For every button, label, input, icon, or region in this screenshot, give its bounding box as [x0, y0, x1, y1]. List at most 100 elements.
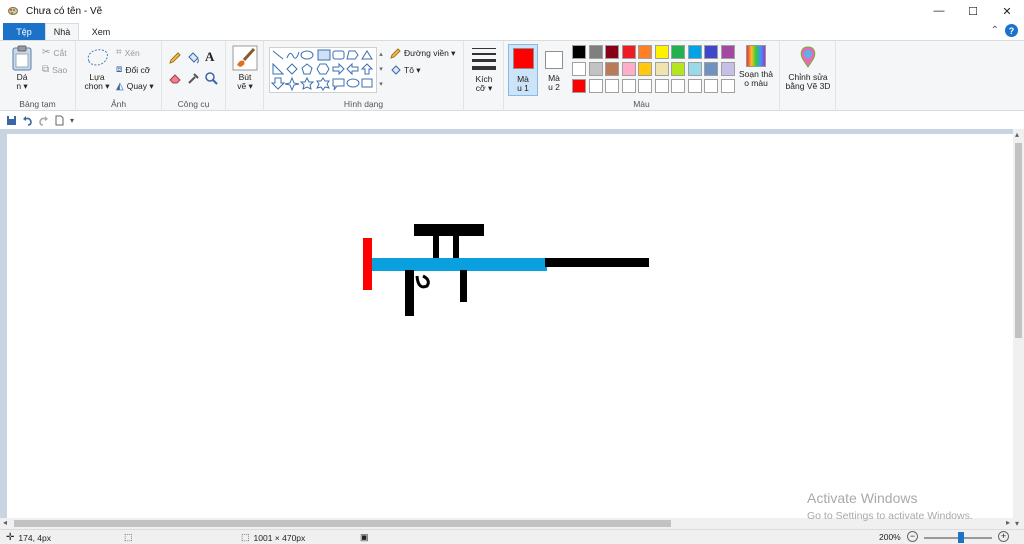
save-icon[interactable]: [6, 115, 17, 126]
color-swatch[interactable]: [687, 62, 702, 76]
scissors-icon: ✂: [42, 47, 51, 58]
zoom-in-button[interactable]: +: [998, 531, 1009, 542]
vertical-scrollbar[interactable]: ▴ ▾: [1013, 129, 1024, 529]
crop-button[interactable]: ⌗ Xén: [116, 47, 140, 58]
color-swatch[interactable]: [671, 62, 685, 76]
edit-colors-button[interactable]: Soạn thả o màu: [736, 45, 776, 88]
collapse-ribbon-icon[interactable]: ⌃: [991, 25, 999, 36]
scroll-down-icon[interactable]: ▾: [1015, 519, 1019, 528]
close-button[interactable]: ✕: [990, 0, 1024, 22]
text-tool-icon[interactable]: A: [205, 49, 214, 65]
outline-button[interactable]: Đường viền ▾: [390, 48, 455, 59]
paste-button[interactable]: Dá n ▾: [8, 45, 36, 91]
color-swatch[interactable]: [588, 79, 603, 93]
new-document-icon[interactable]: [54, 115, 65, 126]
resize-label: Đổi cỡ: [125, 64, 151, 75]
color1-button[interactable]: Mà u 1: [508, 44, 538, 96]
clipboard-group: Dá n ▾ ✂ Cắt ⧉ Sao Bảng tạm: [0, 41, 76, 111]
color-swatch[interactable]: [654, 45, 669, 59]
color1-label: Mà u 1: [517, 74, 529, 93]
ribbon-tabs: Tệp Nhà Xem ⌃ ?: [0, 22, 1024, 40]
scroll-right-icon[interactable]: ▸: [1006, 518, 1010, 527]
edit-in-paint3d-button[interactable]: Chỉnh sửa bằng Vẽ 3D: [782, 45, 834, 91]
magnifier-icon[interactable]: [204, 71, 218, 85]
rainbow-palette-icon: [746, 45, 766, 67]
line-width-icon: [472, 48, 496, 70]
color-picker-icon[interactable]: [186, 71, 200, 85]
color-swatch[interactable]: [605, 79, 619, 93]
drawing-black-right-bar: [545, 258, 649, 267]
scroll-left-icon[interactable]: ◂: [3, 518, 7, 527]
color-swatch[interactable]: [720, 62, 735, 76]
color-swatch[interactable]: [621, 45, 636, 59]
horizontal-scroll-thumb[interactable]: [14, 520, 671, 527]
select-lasso-icon: [87, 49, 108, 66]
color2-button[interactable]: Mà u 2: [540, 44, 568, 96]
resize-button[interactable]: ⧈ Đổi cỡ: [116, 64, 150, 75]
canvas-size: ⬚ 1001 × 470px: [241, 532, 305, 543]
paint-app-icon[interactable]: [8, 5, 22, 17]
color-swatch[interactable]: [638, 62, 652, 76]
rotate-button[interactable]: ◭ Quay ▾: [116, 81, 154, 92]
color-swatch[interactable]: [720, 79, 735, 93]
size-button[interactable]: Kích cỡ ▾: [469, 45, 499, 93]
drawing-canvas[interactable]: [7, 134, 1013, 518]
color-swatch[interactable]: [671, 79, 685, 93]
fill-button[interactable]: Tô ▾: [390, 65, 421, 76]
color-swatch[interactable]: [638, 79, 652, 93]
color-swatch[interactable]: [572, 79, 586, 93]
file-size: ▣: [360, 532, 369, 543]
resize-icon: ⧈: [116, 64, 123, 75]
pencil-icon[interactable]: [168, 51, 182, 65]
color-swatch[interactable]: [588, 62, 603, 76]
minimize-button[interactable]: —: [922, 0, 956, 22]
color2-swatch: [545, 51, 563, 69]
cursor-position: ✛ 174, 4px: [6, 532, 51, 543]
color-swatch[interactable]: [704, 45, 718, 59]
vertical-scroll-thumb[interactable]: [1015, 143, 1022, 338]
color-swatch[interactable]: [720, 45, 735, 59]
shapes-scroll[interactable]: ▴ ▾ ▾: [377, 47, 385, 93]
color-swatch[interactable]: [654, 62, 669, 76]
customize-qat-button[interactable]: ▾: [70, 116, 74, 125]
color-swatch[interactable]: [638, 45, 652, 59]
tab-home[interactable]: Nhà: [45, 23, 79, 40]
color-swatch[interactable]: [572, 45, 586, 59]
select-button[interactable]: Lựa chọn ▾: [81, 45, 113, 91]
fill-bucket-icon[interactable]: [186, 51, 200, 65]
redo-icon[interactable]: [38, 115, 49, 126]
color-swatch[interactable]: [621, 79, 636, 93]
canvas-size-icon: ⬚: [241, 532, 250, 542]
color-swatch[interactable]: [704, 79, 718, 93]
color-swatch[interactable]: [588, 45, 603, 59]
cut-button[interactable]: ✂ Cắt: [42, 47, 67, 58]
color-swatch[interactable]: [572, 62, 586, 76]
brushes-button[interactable]: Bút vẽ ▾: [229, 45, 261, 91]
color-swatch[interactable]: [687, 79, 702, 93]
color-swatch[interactable]: [671, 45, 685, 59]
color-swatch[interactable]: [605, 62, 619, 76]
workspace: ▴ ▾ ◂ ▸: [0, 129, 1024, 529]
select-label: Lựa chọn ▾: [84, 72, 110, 91]
drawing-red-bar: [363, 238, 372, 290]
scroll-up-icon[interactable]: ▴: [1015, 130, 1019, 139]
color-swatch[interactable]: [621, 62, 636, 76]
tab-file[interactable]: Tệp: [3, 23, 45, 40]
color-swatch[interactable]: [605, 45, 619, 59]
maximize-button[interactable]: ☐: [956, 0, 990, 22]
tab-view[interactable]: Xem: [82, 23, 120, 40]
color2-label: Mà u 2: [548, 73, 560, 92]
brush-icon: [232, 45, 258, 71]
undo-icon[interactable]: [22, 115, 33, 126]
color-swatch[interactable]: [687, 45, 702, 59]
image-group-label: Ảnh: [110, 99, 127, 109]
fill-label: Tô ▾: [404, 65, 421, 75]
copy-button[interactable]: ⧉ Sao: [42, 64, 67, 75]
color-swatch[interactable]: [704, 62, 718, 76]
zoom-out-button[interactable]: −: [907, 531, 918, 542]
color-swatch[interactable]: [654, 79, 669, 93]
help-icon[interactable]: ?: [1005, 24, 1018, 37]
zoom-slider-thumb[interactable]: [958, 532, 964, 543]
eraser-icon[interactable]: [168, 71, 182, 85]
watermark-title: Activate Windows: [807, 490, 918, 506]
